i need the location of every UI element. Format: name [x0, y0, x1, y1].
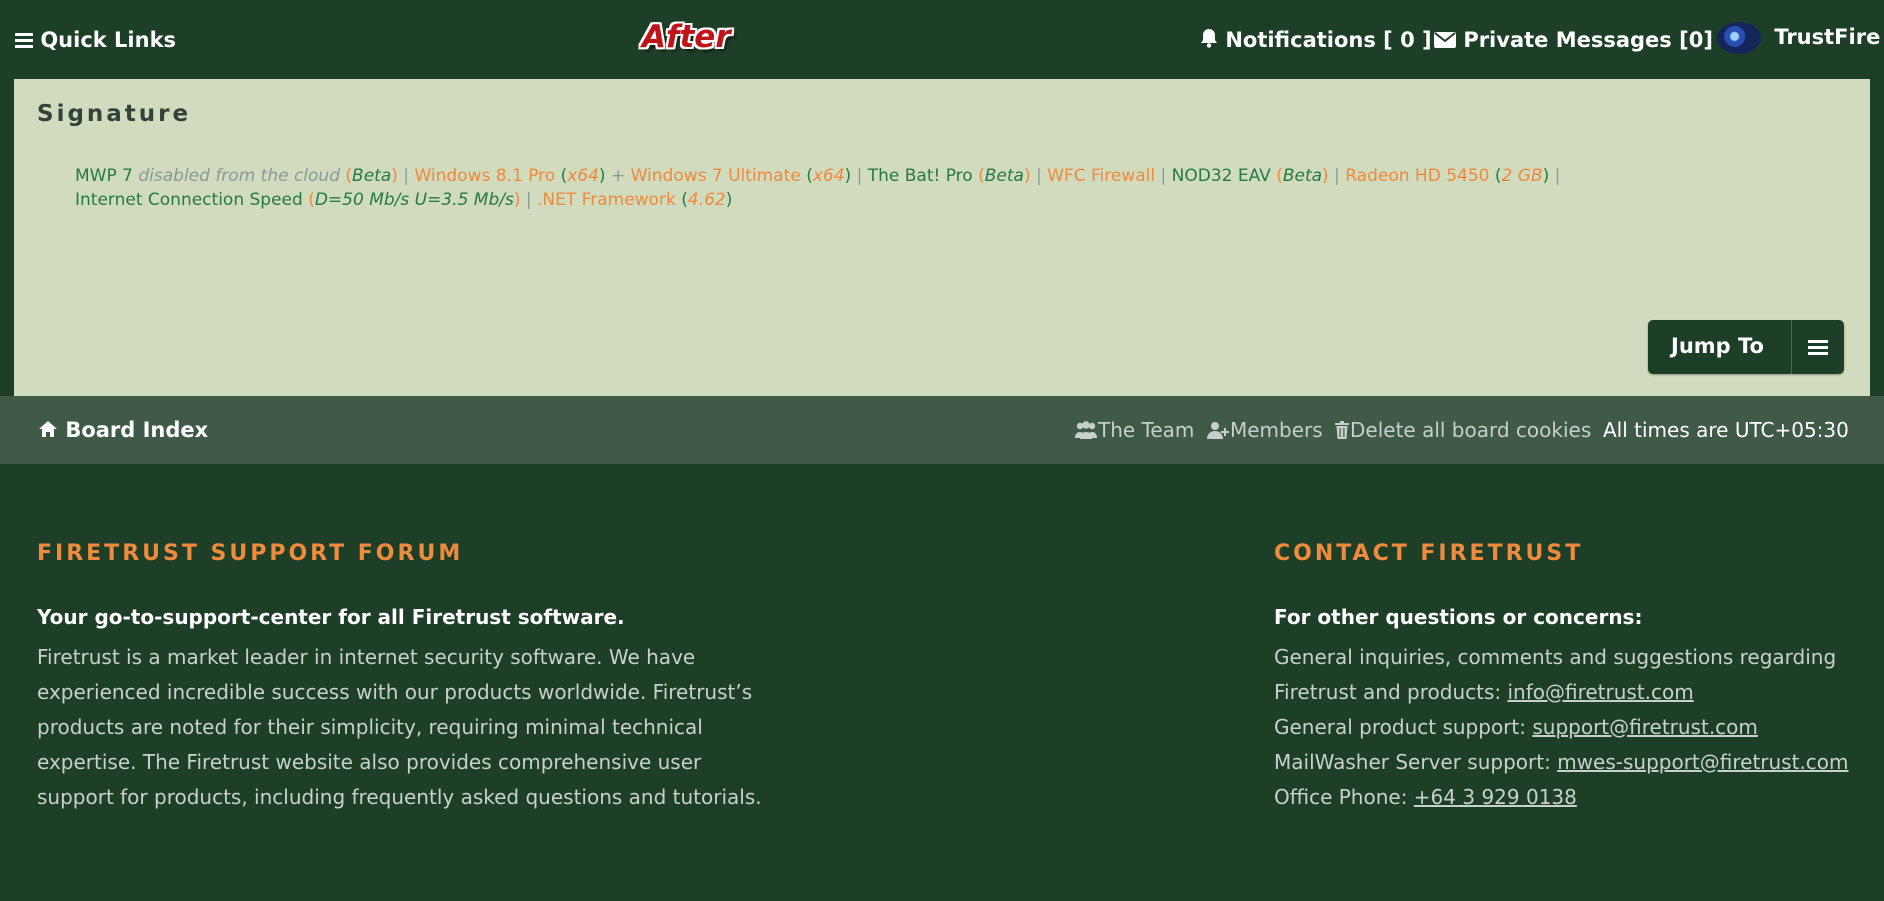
signature-segment: |	[520, 190, 538, 210]
board-index-label: Board Index	[65, 418, 209, 442]
signature-segment: WFC Firewall	[1047, 166, 1156, 186]
footer-description-line: products are noted for their simplicity,…	[37, 715, 703, 739]
contact-mws-row: MailWasher Server support: mwes-support@…	[1274, 745, 1874, 780]
members-label: Members	[1230, 418, 1323, 442]
footer-forum-heading: FIRETRUST SUPPORT FORUM	[37, 541, 464, 566]
board-index-bar: Board Index The Team Members Delete all …	[0, 396, 1884, 464]
private-messages-link[interactable]: Private Messages [0]	[1434, 27, 1713, 54]
signature-segment: disabled from the cloud	[138, 166, 346, 186]
envelope-icon	[1434, 28, 1456, 54]
contact-support-label: General product support:	[1274, 715, 1533, 739]
signature-segment: MWP 7	[75, 166, 139, 186]
signature-panel: Signature MWP 7 disabled from the cloud …	[14, 79, 1870, 396]
signature-segment: +	[605, 166, 631, 186]
delete-cookies-label: Delete all board cookies	[1350, 418, 1592, 442]
signature-segment: (	[1276, 166, 1283, 186]
jump-to-label: Jump To	[1671, 334, 1764, 358]
notifications-link[interactable]: Notifications [ 0 ]	[1200, 27, 1432, 54]
signature-segment: (	[806, 166, 813, 186]
home-icon	[38, 419, 58, 443]
jump-to-button[interactable]: Jump To	[1648, 320, 1844, 374]
signature-segment: Radeon HD 5450	[1345, 166, 1495, 186]
signature-text: MWP 7 disabled from the cloud (Beta) | W…	[75, 164, 1775, 212]
site-logo[interactable]: After	[642, 19, 731, 55]
signature-segment: )	[1322, 166, 1329, 186]
footer-contact-subheading: For other questions or concerns:	[1274, 605, 1643, 629]
members-link[interactable]: Members	[1206, 418, 1323, 444]
support-email-link[interactable]: support@firetrust.com	[1532, 715, 1758, 739]
signature-segment: (	[308, 190, 315, 210]
menu-icon	[15, 28, 33, 54]
signature-segment: Internet Connection Speed	[75, 190, 309, 210]
username: TrustFire	[1774, 25, 1881, 49]
board-index-link[interactable]: Board Index	[38, 418, 208, 443]
signature-line-2: Internet Connection Speed (D=50 Mb/s U=3…	[75, 188, 1775, 212]
footer-description-line: Firetrust is a market leader in internet…	[37, 645, 696, 669]
signature-segment: )	[598, 166, 606, 186]
the-team-label: The Team	[1098, 418, 1195, 442]
signature-segment: Beta	[984, 166, 1024, 186]
footer-contact-list: General inquiries, comments and suggesti…	[1274, 640, 1874, 815]
signature-segment: Windows 8.1 Pro	[414, 166, 561, 186]
timezone-info: All times are UTC+05:30	[1603, 418, 1849, 442]
delete-cookies-link[interactable]: Delete all board cookies	[1334, 418, 1591, 444]
phone-link[interactable]: +64 3 929 0138	[1414, 785, 1577, 809]
signature-segment: )	[725, 190, 733, 210]
signature-segment: |	[397, 166, 415, 186]
signature-segment: |	[1549, 166, 1561, 186]
signature-segment: NOD32 EAV	[1171, 166, 1277, 186]
signature-segment: Beta	[352, 166, 392, 186]
contact-support-row: General product support: support@firetru…	[1274, 710, 1874, 745]
contact-mws-label: MailWasher Server support:	[1274, 750, 1558, 774]
team-icon	[1074, 420, 1098, 444]
signature-segment: )	[1023, 166, 1031, 186]
signature-segment: 4.62	[687, 190, 726, 210]
signature-segment: (	[978, 166, 985, 186]
signature-segment: (	[681, 190, 688, 210]
footer-forum-tagline: Your go-to-support-center for all Firetr…	[37, 605, 625, 629]
signature-segment: |	[1155, 166, 1172, 186]
notifications-label: Notifications [ 0 ]	[1225, 28, 1432, 52]
signature-segment: The Bat! Pro	[867, 166, 979, 186]
the-team-link[interactable]: The Team	[1074, 418, 1194, 444]
footer-description-line: expertise. The Firetrust website also pr…	[37, 750, 702, 774]
signature-segment: |	[851, 166, 868, 186]
top-navbar: Quick Links After Notifications [ 0 ] Pr…	[0, 0, 1884, 79]
footer-forum-description: Firetrust is a market leader in internet…	[37, 640, 797, 815]
signature-segment: .NET Framework	[537, 190, 682, 210]
contact-phone-label: Office Phone:	[1274, 785, 1414, 809]
signature-segment: D=50 Mb/s U=3.5 Mb/s	[314, 190, 514, 210]
mws-email-link[interactable]: mwes-support@firetrust.com	[1557, 750, 1848, 774]
signature-segment: Windows 7 Ultimate	[630, 166, 807, 186]
quick-links-label: Quick Links	[40, 28, 177, 52]
trash-icon	[1334, 420, 1350, 444]
signature-title: Signature	[37, 101, 192, 127]
avatar	[1717, 22, 1761, 54]
signature-segment: |	[1030, 166, 1048, 186]
menu-icon[interactable]	[1808, 337, 1828, 361]
bell-icon	[1200, 28, 1218, 54]
private-messages-label: Private Messages [0]	[1463, 28, 1713, 52]
info-email-link[interactable]: info@firetrust.com	[1507, 680, 1693, 704]
signature-segment: )	[391, 166, 398, 186]
signature-segment: (	[1494, 166, 1502, 186]
contact-info-label: Firetrust and products:	[1274, 680, 1508, 704]
footer-description-line: experienced incredible success with our …	[37, 680, 753, 704]
footer-contact-heading: CONTACT FIRETRUST	[1274, 541, 1584, 566]
signature-segment: x64	[567, 166, 599, 186]
signature-segment: 2 GB	[1501, 166, 1543, 186]
jump-to-divider	[1791, 320, 1792, 374]
signature-line-1: MWP 7 disabled from the cloud (Beta) | W…	[75, 164, 1775, 188]
signature-segment: Beta	[1282, 166, 1323, 186]
quick-links-menu[interactable]: Quick Links	[15, 27, 176, 54]
contact-info-row: Firetrust and products: info@firetrust.c…	[1274, 675, 1874, 710]
contact-phone-row: Office Phone: +64 3 929 0138	[1274, 780, 1874, 815]
add-member-icon	[1206, 420, 1230, 444]
signature-segment: x64	[812, 166, 845, 186]
footer-description-line: support for products, including frequent…	[37, 785, 762, 809]
signature-segment: |	[1328, 166, 1346, 186]
user-menu[interactable]: TrustFire	[1717, 22, 1880, 54]
contact-general-inquiries: General inquiries, comments and suggesti…	[1274, 645, 1837, 669]
